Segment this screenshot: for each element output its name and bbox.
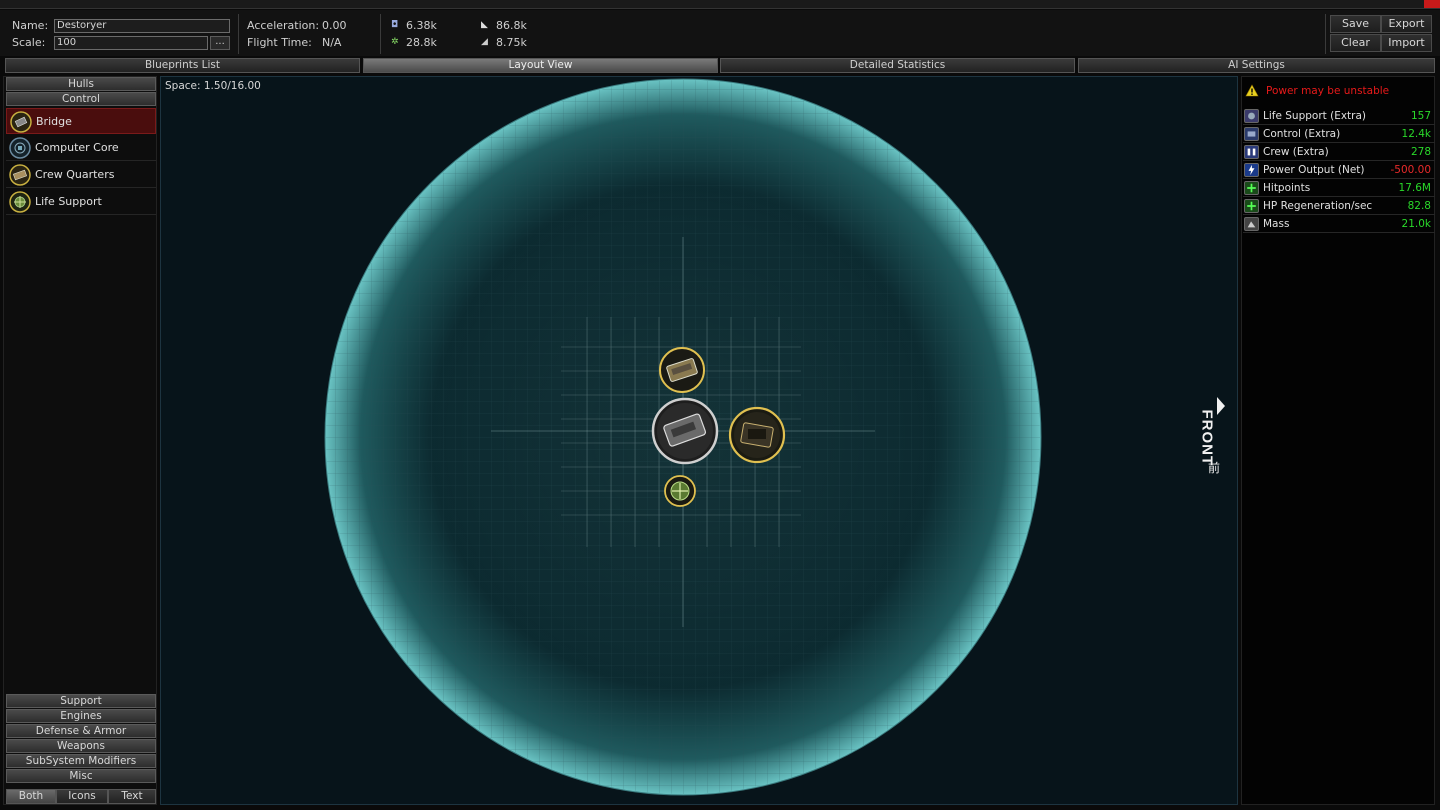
stat-row-control: Control (Extra) 12.4k xyxy=(1243,126,1435,143)
component-crew-quarters[interactable]: Crew Quarters xyxy=(6,162,156,188)
name-label: Name: xyxy=(12,19,49,32)
divider xyxy=(380,14,381,54)
save-button[interactable]: Save xyxy=(1330,15,1381,33)
acceleration-label: Acceleration: xyxy=(247,19,320,32)
scale-field[interactable]: 100 xyxy=(54,36,208,50)
stat-row-crew: Crew (Extra) 278 xyxy=(1243,144,1435,161)
space-usage-label: Space: 1.50/16.00 xyxy=(165,80,261,92)
placed-components xyxy=(651,347,786,507)
clear-button[interactable]: Clear xyxy=(1330,34,1381,52)
tab-layout-view[interactable]: Layout View xyxy=(363,58,718,73)
stat-value: 278 xyxy=(1410,146,1431,158)
view-mode-icons[interactable]: Icons xyxy=(56,789,108,804)
crew-quarters-icon xyxy=(9,164,31,186)
view-mode-text[interactable]: Text xyxy=(108,789,156,804)
stat-label: Mass xyxy=(1263,218,1290,230)
stat-row-mass: Mass 21.0k xyxy=(1243,216,1435,233)
life-support-icon xyxy=(1244,109,1259,123)
scale-browse-button[interactable]: ... xyxy=(210,36,230,50)
component-label: Bridge xyxy=(36,115,72,128)
placed-computer-core[interactable] xyxy=(728,406,786,464)
import-button[interactable]: Import xyxy=(1381,34,1432,52)
component-label: Computer Core xyxy=(35,141,119,154)
component-label: Crew Quarters xyxy=(35,168,115,181)
crew-icon xyxy=(1244,145,1259,159)
scale-label: Scale: xyxy=(12,36,46,49)
divider xyxy=(238,14,239,54)
view-mode-both[interactable]: Both xyxy=(6,789,56,804)
category-subsystem-modifiers[interactable]: SubSystem Modifiers xyxy=(6,754,156,768)
stat-value: 86.8k xyxy=(496,19,527,32)
placed-life-support[interactable] xyxy=(664,475,696,507)
category-engines[interactable]: Engines xyxy=(6,709,156,723)
mass-icon xyxy=(1244,217,1259,231)
component-panel: Hulls Control Bridge Computer Core Crew … xyxy=(3,76,157,805)
component-life-support[interactable]: Life Support xyxy=(6,189,156,215)
component-label: Life Support xyxy=(35,195,102,208)
hitpoints-icon xyxy=(1244,181,1259,195)
export-button[interactable]: Export xyxy=(1381,15,1432,33)
stat-value: 6.38k xyxy=(406,19,437,32)
bridge-icon xyxy=(10,111,32,133)
shield-stat-icon: ◘ xyxy=(391,20,399,30)
placed-crew-quarters[interactable] xyxy=(659,347,705,393)
life-support-icon xyxy=(9,191,31,213)
stat-label: HP Regeneration/sec xyxy=(1263,200,1373,212)
stat-row-hitpoints: Hitpoints 17.6M xyxy=(1243,180,1435,197)
stat-value: 28.8k xyxy=(406,36,437,49)
crew-stat-icon: ✲ xyxy=(391,37,399,47)
category-hulls[interactable]: Hulls xyxy=(6,77,156,91)
stat-label: Control (Extra) xyxy=(1263,128,1341,140)
front-label: FRONT xyxy=(1198,409,1216,467)
stat-value: 21.0k xyxy=(1401,218,1431,230)
tab-blueprints-list[interactable]: Blueprints List xyxy=(5,58,360,73)
stat-value: -500.00 xyxy=(1390,164,1431,176)
divider xyxy=(1325,14,1326,54)
category-control[interactable]: Control xyxy=(6,92,156,106)
view-tabs: Blueprints List Layout View Detailed Sta… xyxy=(0,58,1440,74)
front-cn-label: 前 xyxy=(1208,461,1221,475)
control-icon xyxy=(1244,127,1259,141)
tab-ai-settings[interactable]: AI Settings xyxy=(1078,58,1435,73)
category-weapons[interactable]: Weapons xyxy=(6,739,156,753)
warning-text: Power may be unstable xyxy=(1266,85,1390,97)
designer-header: Name: Destoryer Scale: 100 ... Accelerat… xyxy=(0,10,1440,56)
stat-row-life-support: Life Support (Extra) 157 xyxy=(1243,108,1435,125)
statistics-panel: Power may be unstable Life Support (Extr… xyxy=(1241,76,1435,805)
category-defense-armor[interactable]: Defense & Armor xyxy=(6,724,156,738)
flight-time-label: Flight Time: xyxy=(247,36,312,49)
acceleration-value: 0.00 xyxy=(322,19,347,32)
stat-row-power-output: Power Output (Net) -500.00 xyxy=(1243,162,1435,179)
top-strip xyxy=(0,0,1440,9)
front-indicator: FRONT 前 xyxy=(1199,397,1225,477)
mass-stat-icon: ◢ xyxy=(481,37,488,47)
stat-value: 82.8 xyxy=(1407,200,1431,212)
power-warning: Power may be unstable xyxy=(1243,81,1434,101)
stat-label: Hitpoints xyxy=(1263,182,1311,194)
stat-label: Life Support (Extra) xyxy=(1263,110,1367,122)
computer-core-icon xyxy=(9,137,31,159)
layout-canvas[interactable]: Space: 1.50/16.00 FRONT 前 xyxy=(160,76,1238,805)
power-icon xyxy=(1244,163,1259,177)
component-bridge[interactable]: Bridge xyxy=(6,108,156,134)
tab-detailed-statistics[interactable]: Detailed Statistics xyxy=(720,58,1075,73)
armor-stat-icon: ◣ xyxy=(481,20,488,30)
stat-row-hp-regeneration: HP Regeneration/sec 82.8 xyxy=(1243,198,1435,215)
stat-value: 17.6M xyxy=(1398,182,1431,194)
stat-label: Power Output (Net) xyxy=(1263,164,1365,176)
close-tab[interactable] xyxy=(1424,0,1440,8)
stat-value: 8.75k xyxy=(496,36,527,49)
flight-time-value: N/A xyxy=(322,36,342,49)
stat-value: 12.4k xyxy=(1401,128,1431,140)
stat-value: 157 xyxy=(1410,110,1431,122)
warning-icon xyxy=(1245,84,1259,97)
placed-bridge[interactable] xyxy=(651,397,719,465)
name-field[interactable]: Destoryer xyxy=(54,19,230,33)
component-computer-core[interactable]: Computer Core xyxy=(6,135,156,161)
stat-label: Crew (Extra) xyxy=(1263,146,1329,158)
hp-regeneration-icon xyxy=(1244,199,1259,213)
category-support[interactable]: Support xyxy=(6,694,156,708)
category-misc[interactable]: Misc xyxy=(6,769,156,783)
